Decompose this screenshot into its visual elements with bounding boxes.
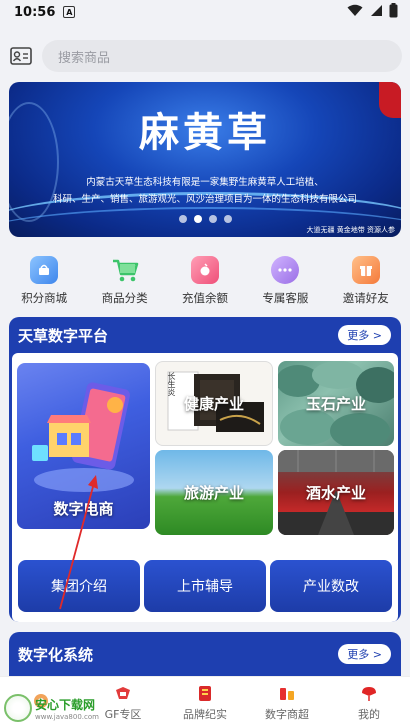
carousel-dot-active[interactable] — [193, 215, 202, 223]
section-title: 天草数字平台 — [18, 326, 109, 345]
banner-subtitle-line: 科研、生产、销售、旅游观光、风沙治理项目为一体的生态科技有限公司 — [52, 194, 357, 205]
carousel-dot[interactable] — [208, 215, 217, 223]
invite-icon — [351, 256, 380, 284]
tab-label: 数字商超 — [265, 707, 309, 721]
industry-digital-reform-button[interactable]: 产业数改 — [270, 560, 392, 612]
tile-jade-industry[interactable]: 玉石产业 — [278, 361, 394, 446]
more-button[interactable]: 更多 > — [338, 325, 391, 345]
tile-tourism-industry[interactable]: 旅游产业 — [155, 450, 273, 535]
chat-icon — [271, 256, 300, 284]
quick-action-recharge[interactable]: 充值余额 — [167, 256, 243, 312]
carousel-dot[interactable] — [178, 215, 187, 223]
digital-mall-icon — [277, 684, 297, 702]
recharge-icon — [190, 256, 219, 284]
section-header: 天草数字平台 更多 > — [9, 317, 401, 353]
carousel-dot[interactable] — [223, 215, 232, 223]
platform-grid: 数字电商 长生炎 健康产业 玉石产业 旅游产业 酒水产业 集团介绍 上市辅导 产… — [12, 353, 398, 622]
status-time: 10:56 — [14, 4, 56, 20]
search-bar: 搜索商品 — [0, 36, 410, 76]
tab-profile[interactable]: 我的 — [329, 684, 409, 722]
health-box-text: 长生炎 — [167, 372, 176, 396]
tab-label: 品牌纪实 — [183, 707, 227, 721]
site-watermark: 安心下载网 www.java800.com — [4, 694, 99, 722]
watermark-url: www.java800.com — [35, 712, 99, 721]
status-bar: 10:56 A — [0, 0, 410, 24]
profile-icon — [359, 684, 379, 702]
promo-banner[interactable]: 麻黄草 内蒙古天草生态科技有限是一家集野生麻黄草人工培植、 科研、生产、销售、旅… — [9, 82, 401, 237]
more-button[interactable]: 更多 > — [338, 644, 391, 664]
quick-action-categories[interactable]: 商品分类 — [87, 256, 163, 312]
banner-subtitle: 内蒙古天草生态科技有限是一家集野生麻黄草人工培植、 科研、生产、销售、旅游观光、… — [17, 174, 393, 208]
tile-health-industry[interactable]: 长生炎 健康产业 — [155, 361, 273, 446]
tile-label: 健康产业 — [183, 395, 244, 413]
banner-subtitle-line: 内蒙古天草生态科技有限是一家集野生麻黄草人工培植、 — [86, 177, 324, 188]
notification-icon: A — [63, 6, 76, 18]
tab-digital-mall[interactable]: 数字商超 — [247, 684, 327, 722]
tile-label: 玉石产业 — [305, 395, 366, 413]
digital-system-section: 数字化系统 更多 > — [9, 632, 401, 676]
gf-zone-icon — [113, 684, 133, 702]
points-mall-icon — [30, 256, 59, 284]
pointer-arrow-annotation — [59, 475, 98, 610]
search-input[interactable]: 搜索商品 — [42, 40, 402, 72]
quick-action-label: 充值余额 — [181, 291, 228, 305]
watermark-logo-icon — [4, 694, 32, 722]
tab-label: GF专区 — [104, 707, 142, 721]
carousel-dots — [9, 215, 401, 223]
search-placeholder: 搜索商品 — [58, 50, 111, 66]
watermark-name: 安心下载网 — [35, 697, 96, 712]
quick-action-customer-service[interactable]: 专属客服 — [247, 256, 323, 312]
tab-brand-record[interactable]: 品牌纪实 — [165, 684, 245, 722]
quick-action-invite[interactable]: 邀请好友 — [328, 256, 404, 312]
quick-action-label: 商品分类 — [101, 291, 148, 305]
digital-platform-section: 天草数字平台 更多 > 数字电商 长生炎 健康产业 玉石产业 旅游产业 酒水产业… — [9, 317, 401, 622]
battery-icon — [389, 2, 398, 22]
listing-guidance-button[interactable]: 上市辅导 — [144, 560, 266, 612]
brand-icon — [195, 684, 215, 702]
wifi-icon — [347, 4, 363, 21]
tab-label: 我的 — [358, 707, 380, 721]
quick-action-label: 专属客服 — [262, 291, 309, 305]
quick-actions: 积分商城 商品分类 充值余额 专属客服 邀请好友 — [0, 256, 410, 312]
tile-label: 旅游产业 — [183, 484, 244, 502]
member-card-icon[interactable] — [8, 43, 34, 69]
quick-action-points-mall[interactable]: 积分商城 — [6, 256, 82, 312]
tile-wine-industry[interactable]: 酒水产业 — [278, 450, 394, 535]
tile-label: 酒水产业 — [305, 484, 366, 502]
quick-action-label: 邀请好友 — [342, 291, 389, 305]
banner-footer-text: 大道无疆 黄金地带 资源人参 — [306, 226, 395, 234]
section-title: 数字化系统 — [18, 645, 94, 664]
banner-title: 麻黄草 — [139, 109, 271, 156]
quick-action-label: 积分商城 — [21, 291, 68, 305]
signal-icon — [369, 4, 383, 21]
cart-icon — [111, 256, 139, 284]
